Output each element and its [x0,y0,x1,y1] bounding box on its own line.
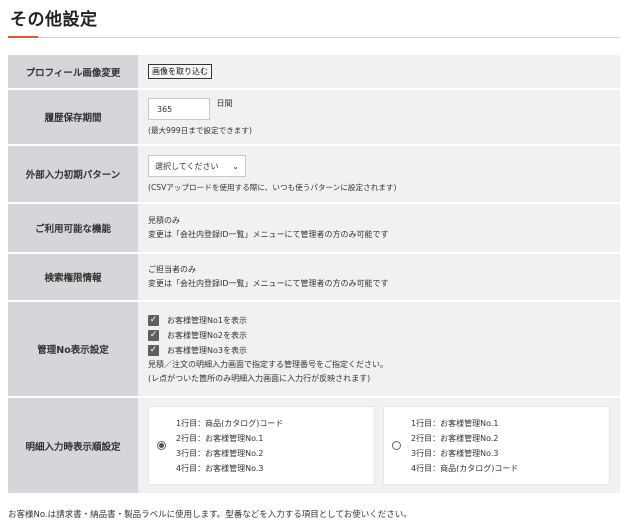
mgmt-note-1: 見積／注文の明細入力画面で指定する管理番号をご指定ください。 [148,359,388,369]
history-days-input[interactable]: 365 [148,98,210,120]
mgmt-note-2: (レ点がついた箇所のみ明細入力画面に入力行が反映されます) [148,373,371,383]
check-mgmt-no1-label: お客様管理No1を表示 [167,315,247,325]
features-note: 変更は「会社内登録ID一覧」メニューにて管理者の方のみ可能です [148,230,389,239]
external-pattern-selected: 選択してください [155,161,219,171]
external-pattern-select[interactable]: 選択してください ⌄ [148,155,246,177]
page-title: その他設定 [10,10,98,30]
import-image-button[interactable]: 画像を取り込む [148,64,212,79]
order-option-b[interactable]: 1行目：お客様管理No.1 2行目：お客様管理No.2 3行目：お客様管理No.… [383,406,610,485]
title-divider [8,37,620,38]
search-permission-value: ご担当者のみ [148,265,196,274]
check-mgmt-no2-label: お客様管理No2を表示 [167,330,247,340]
checkbox-checked-icon[interactable]: ✓ [148,344,159,356]
features-value: 見積のみ [148,216,180,225]
checkbox-checked-icon[interactable]: ✓ [148,314,159,326]
row-history-period: 履歴保存期間 365 日間 (最大999日まで設定できます) [8,89,620,146]
history-days-unit: 日間 [216,99,233,108]
order-option-a[interactable]: 1行目：商品(カタログ)コード 2行目：お客様管理No.1 3行目：お客様管理N… [148,406,375,485]
label-search-permission: 検索権限情報 [8,253,138,302]
radio-unselected-icon[interactable] [392,441,401,450]
order-a-line-4: 4行目：お客様管理No.3 [176,463,264,473]
check-mgmt-no3[interactable]: ✓ お客様管理No3を表示 [148,343,610,358]
order-b-line-1: 1行目：お客様管理No.1 [411,418,499,428]
chevron-down-icon: ⌄ [232,161,239,171]
order-a-line-2: 2行目：お客様管理No.1 [176,433,264,443]
order-b-line-4: 4行目：商品(カタログ)コード [411,463,519,473]
label-mgmt-no-display: 管理No表示設定 [8,301,138,398]
radio-selected-icon[interactable] [157,441,166,450]
label-available-features: ご利用可能な機能 [8,203,138,254]
checkbox-checked-icon[interactable]: ✓ [148,329,159,341]
footer-note: お客様No.は請求書・納品書・製品ラベルに使用します。型番などを入力する項目とし… [8,510,412,520]
check-mgmt-no3-label: お客様管理No3を表示 [167,345,247,355]
row-profile-image: プロフィール画像変更 画像を取り込む [8,55,620,90]
label-profile-image: プロフィール画像変更 [8,55,138,90]
title-accent-bar [8,36,38,38]
order-b-line-3: 3行目：お客様管理No.3 [411,448,499,458]
order-b-line-2: 2行目：お客様管理No.2 [411,433,499,443]
row-available-features: ご利用可能な機能 見積のみ 変更は「会社内登録ID一覧」メニューにて管理者の方の… [8,203,620,254]
row-search-permission: 検索権限情報 ご担当者のみ 変更は「会社内登録ID一覧」メニューにて管理者の方の… [8,253,620,302]
check-mgmt-no1[interactable]: ✓ お客様管理No1を表示 [148,313,610,328]
check-mgmt-no2[interactable]: ✓ お客様管理No2を表示 [148,328,610,343]
order-a-line-1: 1行目：商品(カタログ)コード [176,418,284,428]
external-pattern-note: (CSVアップロードを使用する際に、いつも使うパターンに設定されます) [148,183,397,192]
search-permission-note: 変更は「会社内登録ID一覧」メニューにて管理者の方のみ可能です [148,279,389,288]
label-history-period: 履歴保存期間 [8,89,138,146]
settings-table: プロフィール画像変更 画像を取り込む 履歴保存期間 365 日間 (最大999日… [8,55,620,495]
row-external-pattern: 外部入力初期パターン 選択してください ⌄ (CSVアップロードを使用する際に、… [8,145,620,204]
history-note: (最大999日まで設定できます) [148,126,252,135]
row-mgmt-no-display: 管理No表示設定 ✓ お客様管理No1を表示 ✓ お客様管理No2を表示 ✓ お… [8,301,620,398]
row-display-order: 明細入力時表示順設定 1行目：商品(カタログ)コード 2行目：お客様管理No.1… [8,397,620,495]
order-a-line-3: 3行目：お客様管理No.2 [176,448,264,458]
label-display-order: 明細入力時表示順設定 [8,397,138,495]
label-external-pattern: 外部入力初期パターン [8,145,138,204]
